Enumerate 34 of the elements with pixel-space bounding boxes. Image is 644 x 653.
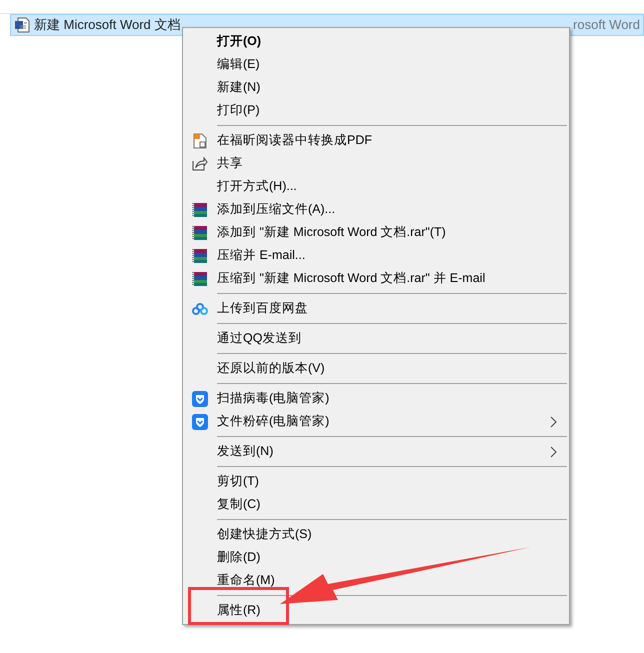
menu-item[interactable]: 扫描病毒(电脑管家) <box>217 389 330 408</box>
menu-item[interactable]: 还原以前的版本(V) <box>217 359 325 378</box>
book-stack-icon <box>192 224 208 240</box>
menu-item[interactable]: 复制(C) <box>217 495 260 514</box>
menu-item[interactable]: 剪切(T) <box>217 472 259 491</box>
menu-item[interactable]: 创建快捷方式(S) <box>217 525 312 544</box>
shield-icon <box>192 390 208 406</box>
menu-item[interactable]: 共享 <box>217 154 243 173</box>
menu-item[interactable]: 添加到压缩文件(A)... <box>217 200 336 219</box>
menu-item[interactable]: 添加到 "新建 Microsoft Word 文档.rar"(T) <box>217 223 446 242</box>
cloud-icon <box>192 302 208 314</box>
share-icon <box>192 156 208 171</box>
menu-item[interactable]: 通过QQ发送到 <box>217 329 302 348</box>
menu-item[interactable]: 压缩并 E-mail... <box>217 246 306 265</box>
menu-item[interactable]: 删除(D) <box>217 548 260 567</box>
book-stack-icon <box>192 248 208 264</box>
menu-item[interactable]: 打印(P) <box>217 101 260 120</box>
word-document-icon <box>14 17 30 33</box>
file-type: rosoft Word <box>573 16 640 34</box>
menu-item[interactable]: 新建(N) <box>217 78 260 97</box>
file-name: 新建 Microsoft Word 文档 <box>34 16 180 34</box>
document-icon <box>193 132 207 148</box>
shield-icon <box>192 414 208 430</box>
menu-item[interactable]: 编辑(E) <box>217 55 260 74</box>
menu-item[interactable]: 上传到百度网盘 <box>217 299 308 318</box>
menu-item[interactable]: 文件粉碎(电脑管家) <box>217 412 330 431</box>
menu-item[interactable]: 重命名(M) <box>217 571 275 590</box>
book-stack-icon <box>192 202 208 218</box>
menu-item[interactable]: 属性(R) <box>217 601 260 620</box>
menu-item[interactable]: 打开方式(H)... <box>217 177 297 196</box>
menu-item[interactable]: 发送到(N) <box>217 442 274 461</box>
menu-item[interactable]: 压缩到 "新建 Microsoft Word 文档.rar" 并 E-mail <box>217 269 486 288</box>
menu-item[interactable]: 在福昕阅读器中转换成PDF <box>217 131 372 150</box>
book-stack-icon <box>192 270 208 286</box>
